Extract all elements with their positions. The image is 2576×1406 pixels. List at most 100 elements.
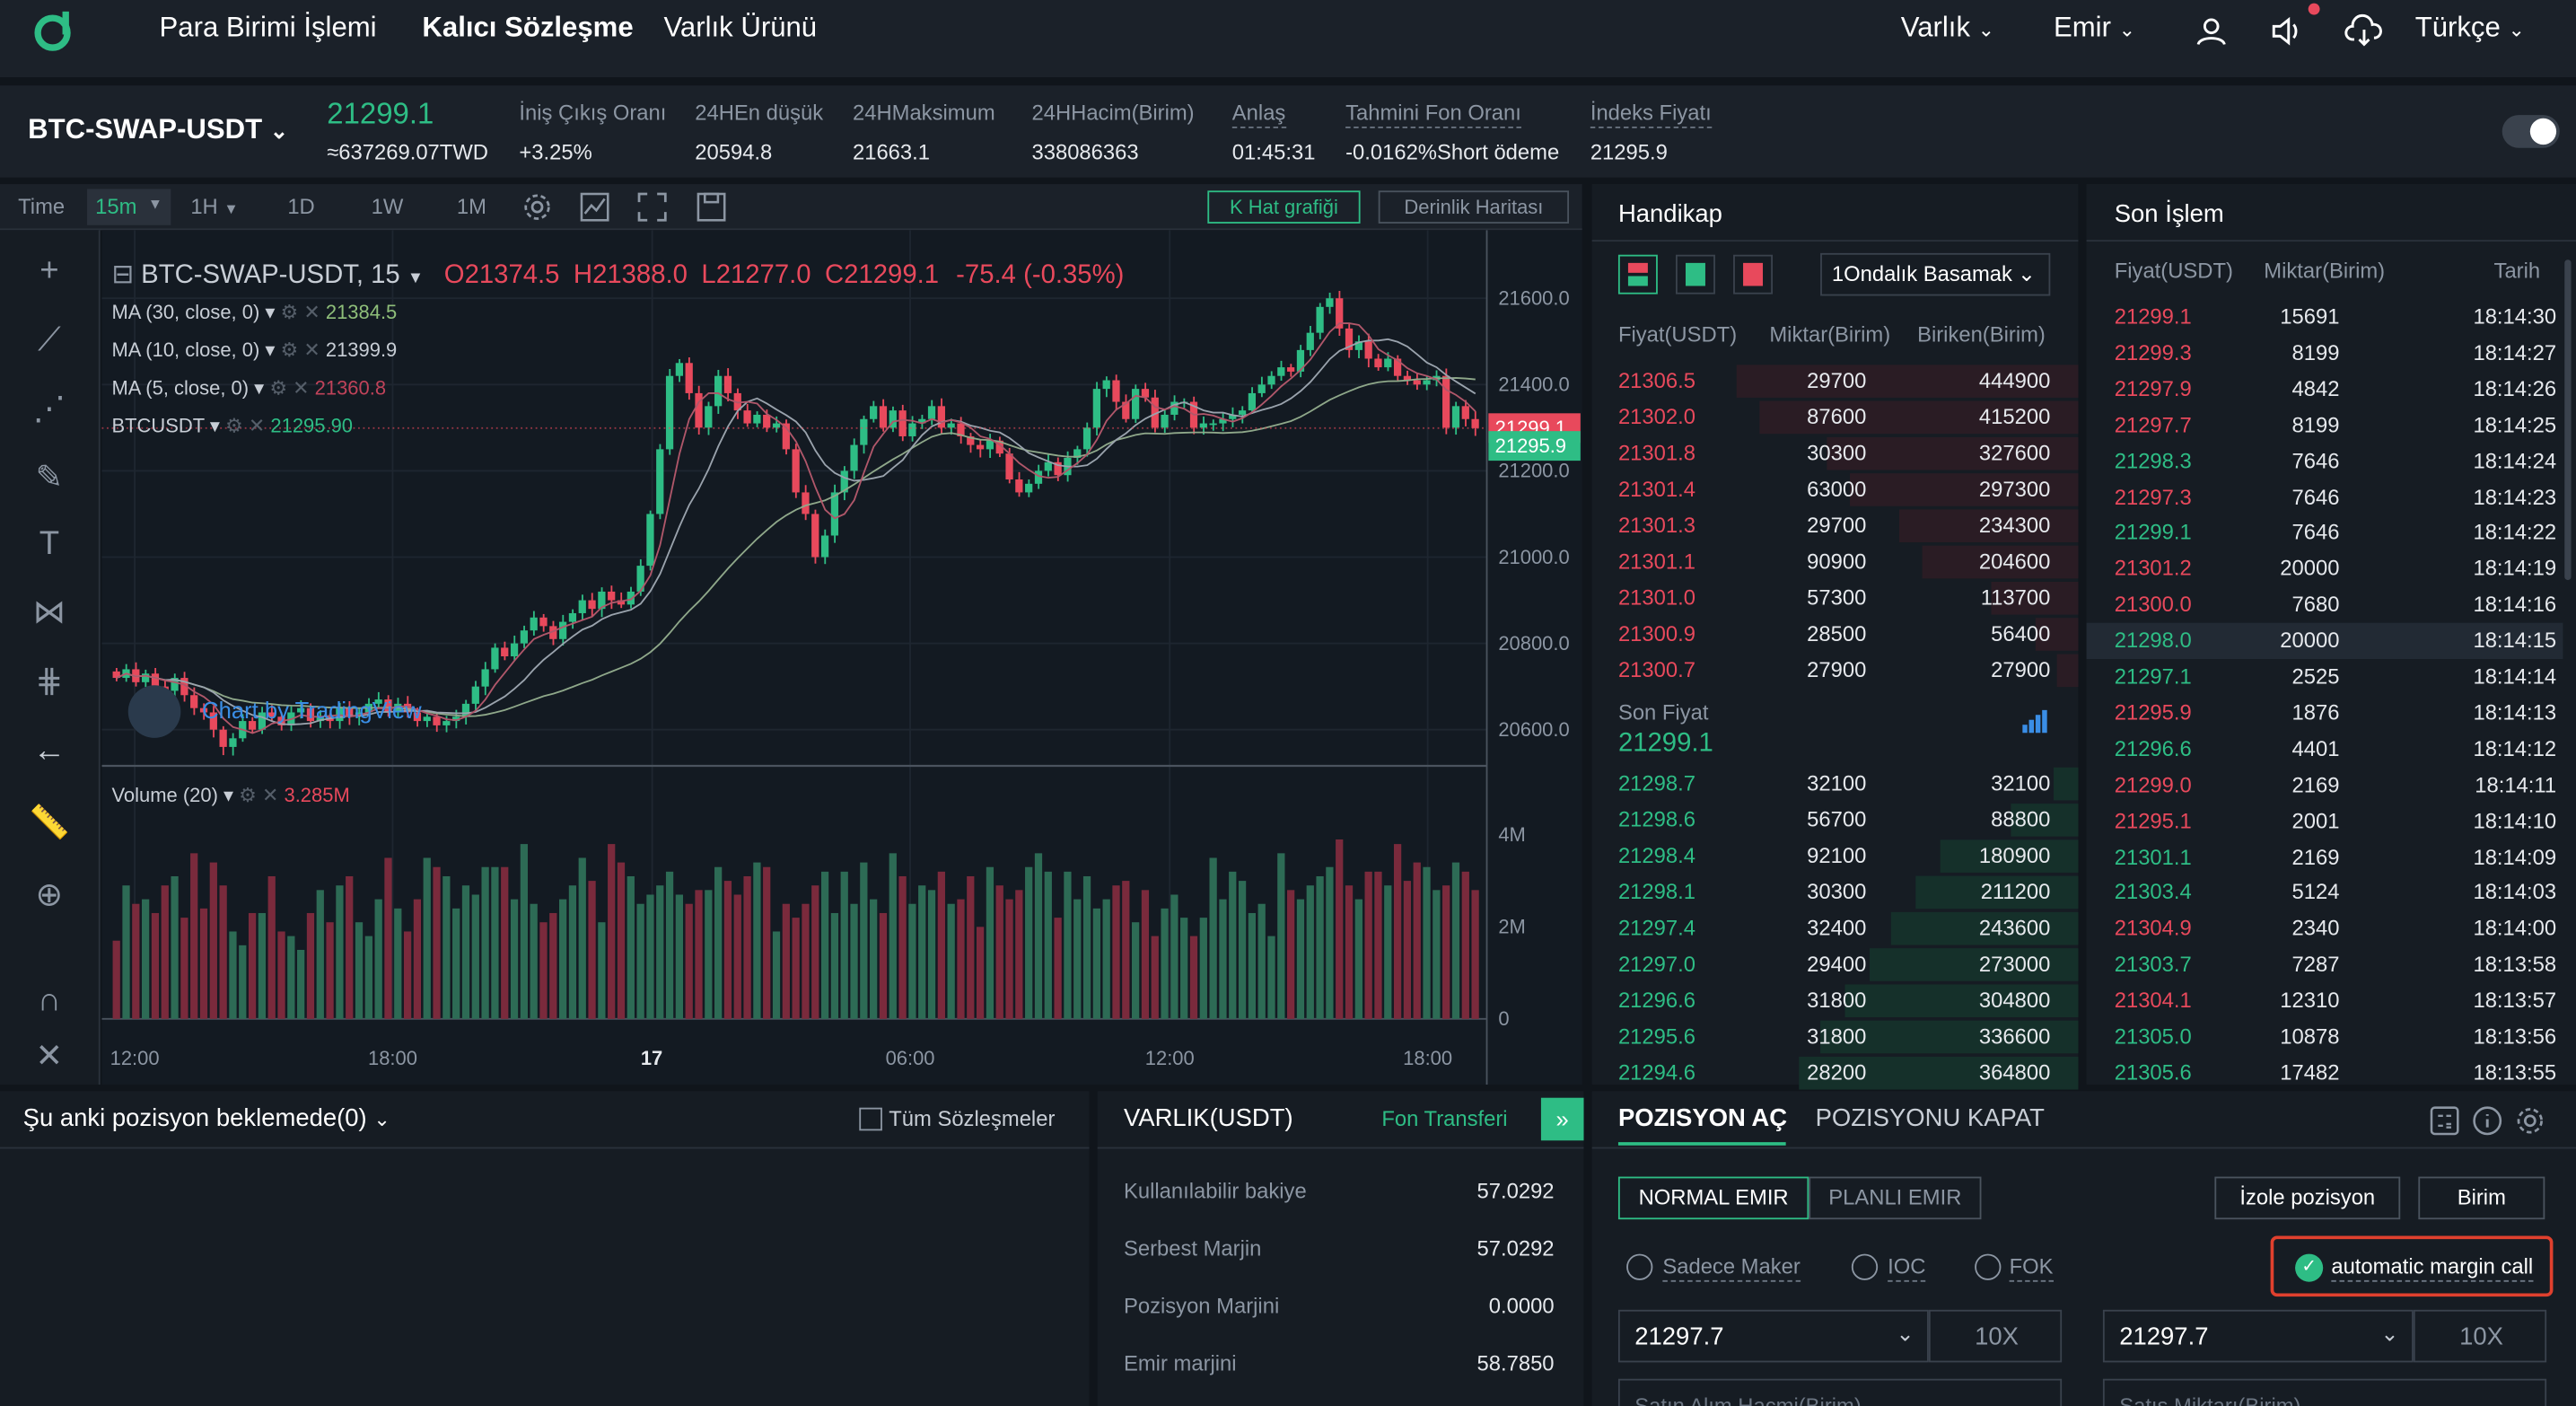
user-icon[interactable]	[2195, 14, 2228, 48]
fullscreen-icon[interactable]	[637, 192, 667, 222]
price-chart[interactable]: 21600.0 21400.0 21200.0 21000.0 20800.0 20600…	[101, 230, 1582, 1085]
trade-price: 21297.3	[2114, 484, 2192, 509]
ask-row[interactable]: 21301.1 90900 204600	[1592, 544, 2079, 580]
y-tick-label: 21200.0	[1498, 460, 1569, 482]
ruler-icon[interactable]: 📏	[28, 802, 71, 845]
ask-row[interactable]: 21301.3 29700 234300	[1592, 508, 2079, 544]
interval-1m[interactable]: 1M	[457, 194, 486, 218]
transfer-arrow-icon[interactable]: »	[1540, 1097, 1584, 1141]
bid-row[interactable]: 21296.6 31800 304800	[1592, 983, 2079, 1019]
prediction-icon[interactable]: ⋕	[28, 661, 71, 704]
nav-assets-menu[interactable]: Varlık ⌄	[1901, 12, 1994, 45]
save-chart-icon[interactable]	[697, 192, 726, 222]
all-contracts-checkbox[interactable]	[859, 1107, 882, 1131]
download-cloud-icon[interactable]	[2344, 13, 2384, 49]
ma30-legend[interactable]: MA (30, close, 0) ▾ ⚙ ✕ 21384.5	[111, 301, 397, 324]
ma5-legend[interactable]: MA (5, close, 0) ▾ ⚙ ✕ 21360.8	[111, 376, 386, 400]
book-both-icon[interactable]	[1617, 254, 1658, 294]
logo-icon[interactable]	[30, 8, 75, 54]
book-qty: 87600	[1807, 404, 1867, 429]
brush-icon[interactable]: ✎	[28, 457, 71, 500]
bid-row[interactable]: 21297.4 32400 243600	[1592, 910, 2079, 946]
calculator-icon[interactable]	[2430, 1106, 2459, 1136]
sell-amount-input[interactable]: Satış Miktarı(Birim)	[2102, 1378, 2547, 1406]
crosshair-icon[interactable]: +	[28, 250, 71, 293]
kline-chart-button[interactable]: K Hat grafiği	[1207, 190, 1361, 224]
index-legend[interactable]: BTCUSDT ▾ ⚙ ✕ 21295.90	[111, 414, 353, 437]
ask-row[interactable]: 21300.9 28500 56400	[1592, 616, 2079, 652]
isolated-position-button[interactable]: İzole pozisyon	[2214, 1176, 2401, 1220]
interval-time[interactable]: Time	[18, 194, 65, 218]
trade-row: 21305.6 17482 18:13:55	[2087, 1055, 2563, 1091]
tab-close-position[interactable]: POZISYONU KAPAT	[1816, 1104, 2045, 1132]
nav-orders-menu[interactable]: Emir ⌄	[2054, 12, 2135, 45]
ask-row[interactable]: 21306.5 29700 444900	[1592, 364, 2079, 400]
zoom-in-icon[interactable]: ⊕	[28, 874, 71, 918]
fib-icon[interactable]: ⋰	[28, 388, 71, 431]
normal-order-button[interactable]: NORMAL EMIR	[1617, 1176, 1809, 1220]
interval-1d[interactable]: 1D	[287, 194, 314, 218]
indicators-icon[interactable]	[580, 192, 609, 222]
bid-row[interactable]: 21295.6 31800 336600	[1592, 1019, 2079, 1055]
book-price: 21301.1	[1617, 549, 1695, 574]
auto-margin-checkbox[interactable]: ✓	[2295, 1253, 2324, 1282]
interval-1w[interactable]: 1W	[372, 194, 404, 218]
sell-price-input[interactable]: 21297.7 ⌄	[2102, 1309, 2414, 1363]
depth-chart-button[interactable]: Derinlik Haritası	[1378, 190, 1570, 224]
back-arrow-icon[interactable]: ←	[28, 730, 71, 773]
remove-drawings-icon[interactable]: ✕	[28, 1035, 71, 1078]
text-tool-icon[interactable]: T	[28, 523, 71, 566]
nav-spot[interactable]: Para Birimi İşlemi	[160, 12, 377, 45]
stat-label-index[interactable]: İndeks Fiyatı	[1590, 101, 1712, 128]
language-menu[interactable]: Türkçe ⌄	[2415, 12, 2525, 45]
ask-row[interactable]: 21302.0 87600 415200	[1592, 400, 2079, 435]
magnet-icon[interactable]: ∩	[28, 980, 71, 1023]
speaker-icon[interactable]	[2271, 14, 2307, 48]
plan-order-button[interactable]: PLANLI EMIR	[1809, 1176, 1982, 1220]
symbol-selector[interactable]: BTC-SWAP-USDT ⌄	[28, 113, 288, 146]
positions-title[interactable]: Şu anki pozisyon beklemede(0) ⌄	[23, 1104, 390, 1132]
volume-bar	[558, 899, 567, 1019]
sell-leverage-select[interactable]: 10X	[2413, 1309, 2547, 1363]
ask-row[interactable]: 21300.7 27900 27900	[1592, 653, 2079, 689]
buy-leverage-select[interactable]: 10X	[1928, 1309, 2063, 1363]
volume-bar	[1034, 853, 1043, 1019]
ioc-radio[interactable]	[1851, 1253, 1879, 1280]
trendline-icon[interactable]: ⟋	[28, 319, 71, 362]
interval-1h[interactable]: 1H ▼	[190, 194, 238, 218]
trades-scrollbar[interactable]	[2564, 259, 2572, 581]
trade-price: 21295.9	[2114, 699, 2192, 725]
maker-radio[interactable]	[1626, 1253, 1653, 1280]
candle	[190, 695, 198, 708]
book-bids-icon[interactable]	[1676, 254, 1715, 294]
bid-row[interactable]: 21298.6 56700 88800	[1592, 802, 2079, 838]
tab-open-position[interactable]: POZISYON AÇ	[1618, 1104, 1787, 1132]
buy-amount-input[interactable]: Satın Alım Hacmi(Birim)	[1617, 1378, 2063, 1406]
theme-toggle[interactable]	[2502, 115, 2560, 148]
bid-row[interactable]: 21298.4 92100 180900	[1592, 839, 2079, 874]
fund-transfer-link[interactable]: Fon Transferi	[1381, 1106, 1507, 1130]
ask-row[interactable]: 21301.8 30300 327600	[1592, 435, 2079, 471]
book-asks-icon[interactable]	[1733, 254, 1774, 294]
pattern-icon[interactable]: ⋈	[28, 592, 71, 635]
bid-row[interactable]: 21294.6 28200 364800	[1592, 1055, 2079, 1091]
bid-row[interactable]: 21298.1 30300 211200	[1592, 874, 2079, 910]
bid-row[interactable]: 21297.0 29400 273000	[1592, 946, 2079, 982]
ask-row[interactable]: 21301.4 63000 297300	[1592, 471, 2079, 507]
unit-button[interactable]: Birim	[2418, 1176, 2545, 1220]
settings-gear-icon[interactable]	[522, 192, 552, 222]
decimal-select[interactable]: 1Ondalık Basamak ⌄	[1820, 252, 2051, 296]
info-icon[interactable]	[2473, 1106, 2502, 1136]
volume-legend[interactable]: Volume (20) ▾ ⚙ ✕ 3.285M	[111, 784, 349, 807]
bid-row[interactable]: 21298.7 32100 32100	[1592, 766, 2079, 802]
interval-15m[interactable]: 15m ▼	[87, 189, 171, 225]
order-settings-icon[interactable]	[2515, 1106, 2545, 1136]
nav-asset-product[interactable]: Varlık Ürünü	[663, 12, 817, 45]
ma10-legend[interactable]: MA (10, close, 0) ▾ ⚙ ✕ 21399.9	[111, 338, 397, 362]
stat-label-funding[interactable]: Tahmini Fon Oranı	[1345, 101, 1521, 128]
nav-perpetual[interactable]: Kalıcı Sözleşme	[422, 12, 633, 45]
buy-price-input[interactable]: 21297.7 ⌄	[1617, 1309, 1929, 1363]
fok-radio[interactable]	[1975, 1253, 2002, 1280]
ask-row[interactable]: 21301.0 57300 113700	[1592, 580, 2079, 616]
stat-label-settle[interactable]: Anlaş	[1231, 101, 1286, 128]
